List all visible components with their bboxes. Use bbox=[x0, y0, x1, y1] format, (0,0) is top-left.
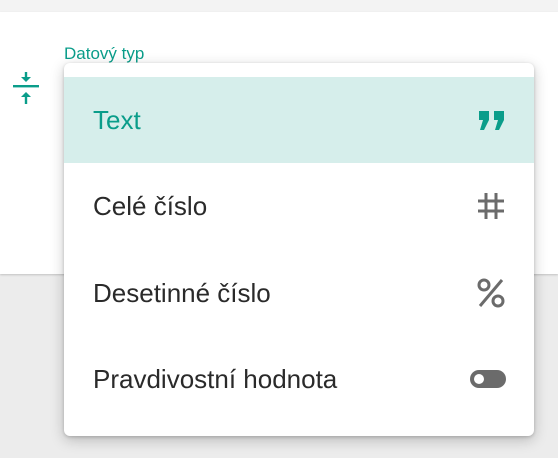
hash-icon bbox=[466, 186, 506, 226]
menu-item-text[interactable]: Text bbox=[64, 77, 534, 163]
menu-item-label: Text bbox=[93, 104, 141, 135]
menu-item-decimal[interactable]: Desetinné číslo bbox=[64, 250, 534, 336]
menu-item-label: Desetinné číslo bbox=[93, 277, 271, 308]
top-strip bbox=[0, 0, 558, 12]
menu-item-integer[interactable]: Celé číslo bbox=[64, 163, 534, 249]
menu-item-label: Pravdivostní hodnota bbox=[93, 363, 338, 394]
data-type-dropdown-menu: Text Celé číslo Desetinné číslo Pravdivo… bbox=[64, 63, 534, 436]
data-type-label: Datový typ bbox=[64, 44, 145, 63]
toggle-icon bbox=[466, 359, 506, 399]
menu-item-boolean[interactable]: Pravdivostní hodnota bbox=[64, 336, 534, 422]
compress-button[interactable] bbox=[12, 72, 40, 112]
compress-vertical-icon bbox=[13, 72, 39, 104]
quote-icon bbox=[466, 100, 506, 140]
menu-item-label: Celé číslo bbox=[93, 190, 208, 221]
percent-icon bbox=[466, 273, 506, 313]
